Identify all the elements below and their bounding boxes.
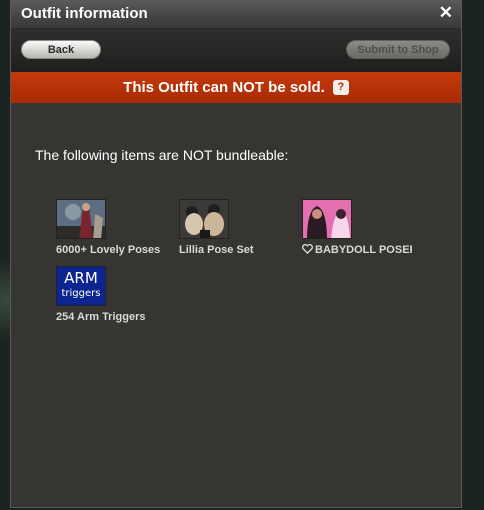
list-item[interactable]: ARM triggers 254 Arm Triggers <box>56 266 174 323</box>
heart-icon <box>302 244 313 254</box>
back-button[interactable]: Back <box>21 40 101 59</box>
not-bundleable-heading: The following items are NOT bundleable: <box>35 147 289 163</box>
title-bar[interactable]: Outfit information ✕ <box>11 0 461 29</box>
item-label: Lillia Pose Set <box>179 244 254 256</box>
banner-message: This Outfit can NOT be sold. <box>123 79 325 96</box>
list-item[interactable]: Lillia Pose Set <box>179 199 297 256</box>
dialog-title: Outfit information <box>21 5 148 22</box>
babydoll-poser-thumbnail-image <box>303 200 351 238</box>
outfit-info-dialog: Outfit information ✕ Back Submit to Shop… <box>10 0 462 508</box>
close-icon[interactable]: ✕ <box>439 3 453 23</box>
item-label: BABYDOLL POSER <box>302 244 412 256</box>
list-item[interactable]: BABYDOLL POSER <box>302 199 420 256</box>
item-label: 6000+ Lovely Poses <box>56 244 161 256</box>
thumbnail-text-arm: ARM <box>64 269 98 287</box>
toolbar: Back Submit to Shop <box>11 29 461 72</box>
item-thumbnail[interactable] <box>179 199 229 239</box>
poses-thumbnail-image <box>57 200 105 238</box>
thumbnail-text-triggers: triggers <box>61 288 101 299</box>
item-thumbnail[interactable] <box>56 199 106 239</box>
item-thumbnail[interactable] <box>302 199 352 239</box>
item-thumbnail[interactable]: ARM triggers <box>56 266 106 306</box>
help-icon[interactable]: ? <box>332 80 349 95</box>
list-item[interactable]: 6000+ Lovely Poses <box>56 199 174 256</box>
item-label-text: BABYDOLL POSER <box>315 244 412 256</box>
submit-to-shop-button: Submit to Shop <box>346 40 450 59</box>
lillia-pose-thumbnail-image <box>180 200 228 238</box>
not-sellable-banner: This Outfit can NOT be sold.? <box>11 72 461 103</box>
item-label: 254 Arm Triggers <box>56 311 146 323</box>
